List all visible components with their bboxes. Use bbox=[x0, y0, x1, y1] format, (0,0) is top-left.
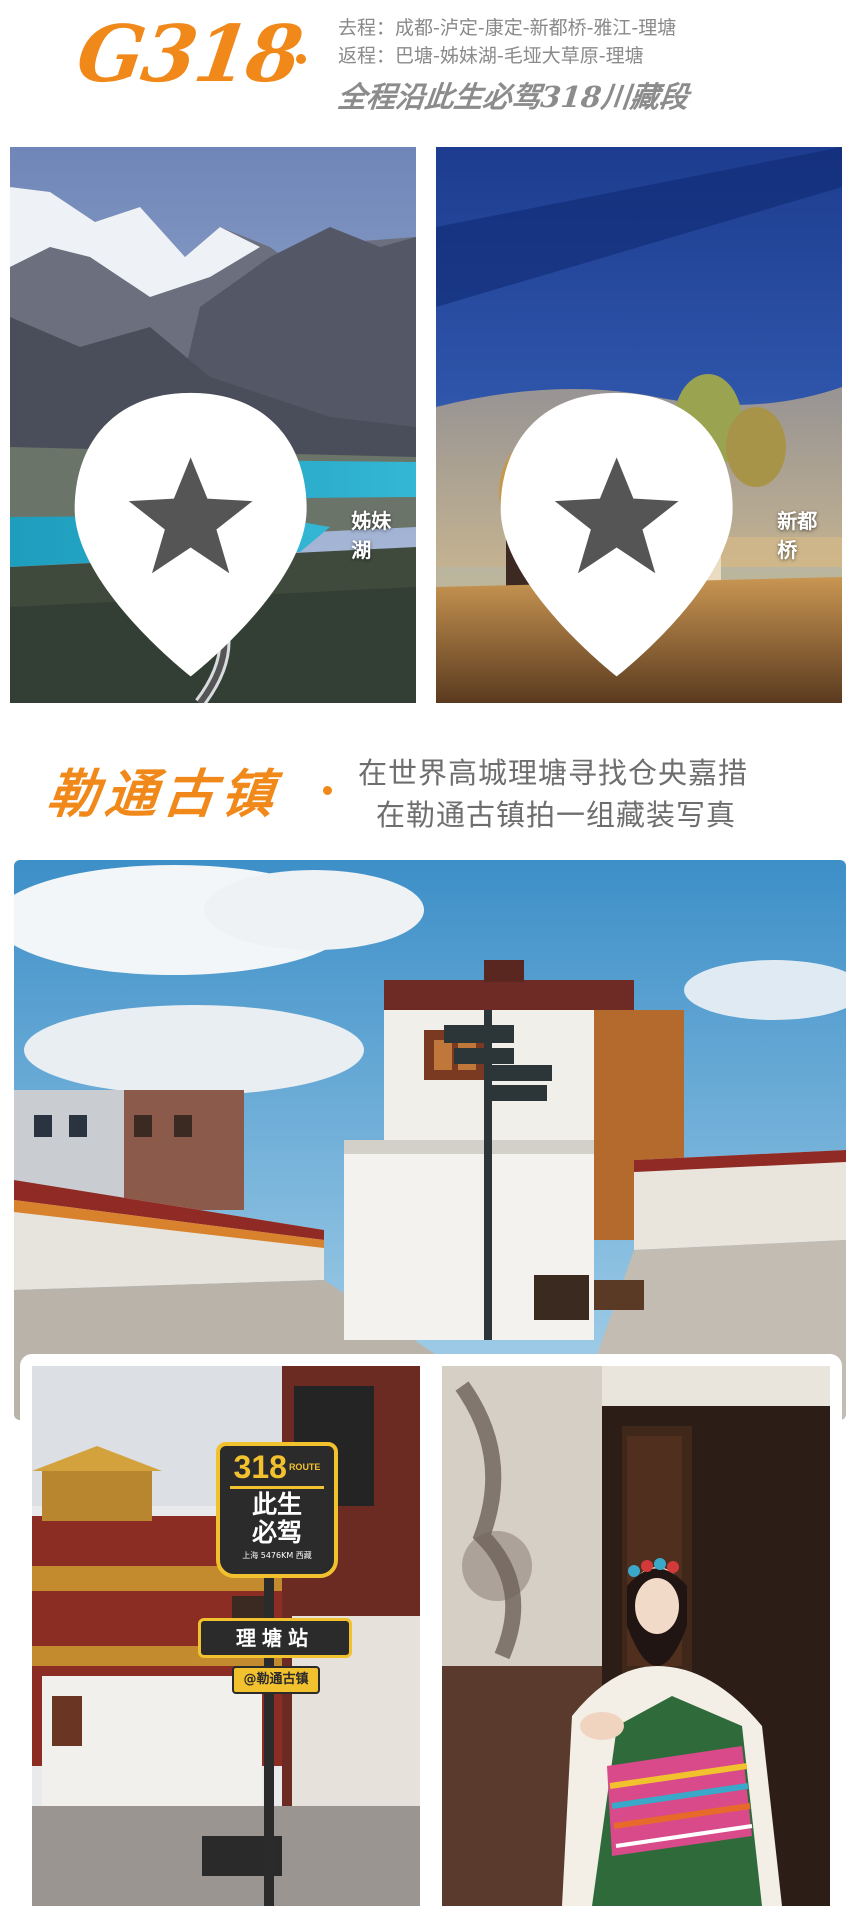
station-sign: 理塘站 bbox=[198, 1618, 352, 1658]
town-description-line-2: 在勒通古镇拍一组藏装写真 bbox=[376, 798, 737, 832]
location-label: 新都桥 bbox=[777, 509, 818, 563]
location-tag-sister-lakes: 姊妹湖 bbox=[36, 380, 402, 689]
town-description-line-1: 在世界高城理塘寻找仓央嘉措 bbox=[358, 756, 749, 790]
location-tag-xinduqiao: 新都桥 bbox=[462, 380, 828, 689]
town-tag-sign: @勒通古镇 bbox=[232, 1666, 320, 1694]
sign-distance: 上海 5476KM 西藏 bbox=[242, 1551, 312, 1560]
sign-line-2: 必驾 bbox=[251, 1518, 302, 1547]
g318-logo: G318 bbox=[71, 9, 306, 100]
map-pin-icon bbox=[500, 392, 733, 677]
title-dot bbox=[323, 786, 332, 795]
photo-318-sign: 318 ROUTE 此生 必驾 上海 5476KM 西藏 理塘站 @勒通古镇 bbox=[32, 1366, 420, 1906]
sign-line-1: 此生 bbox=[251, 1490, 302, 1519]
tagline: 全程沿此生必驾318川藏段 bbox=[336, 80, 691, 114]
route-number: 318 bbox=[233, 1449, 287, 1485]
location-label: 姊妹湖 bbox=[351, 509, 392, 563]
map-pin-icon bbox=[74, 392, 307, 677]
photo-tibetan-portrait bbox=[442, 1366, 830, 1906]
logo-dot bbox=[296, 54, 306, 64]
route-return: 返程：巴塘-姊妹湖-毛垭大草原-理塘 bbox=[338, 45, 644, 67]
route-outbound: 去程：成都-泸定-康定-新都桥-雅江-理塘 bbox=[338, 17, 677, 39]
route-word: ROUTE bbox=[288, 1462, 321, 1472]
route-318-sign: 318 ROUTE 此生 必驾 上海 5476KM 西藏 bbox=[216, 1442, 338, 1578]
photo-litang-street bbox=[14, 860, 846, 1420]
portrait-illustration bbox=[442, 1366, 830, 1906]
street-illustration bbox=[14, 860, 846, 1420]
town-title: 勒通古镇 bbox=[44, 764, 283, 825]
photo-sister-lakes: 姊妹湖 bbox=[10, 147, 416, 703]
photo-xinduqiao: 新都桥 bbox=[436, 147, 842, 703]
